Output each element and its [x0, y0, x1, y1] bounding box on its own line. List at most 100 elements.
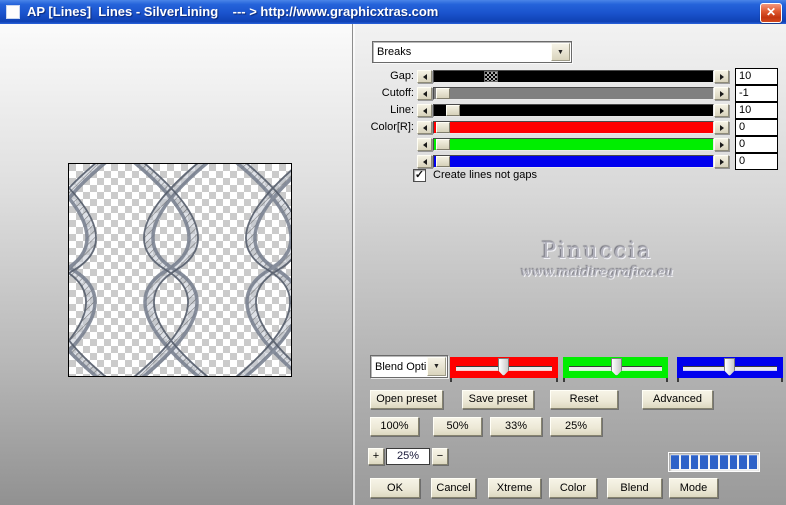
cutoff-slider[interactable]: [433, 87, 714, 100]
line-slider[interactable]: [433, 104, 714, 117]
blend-options-dropdown[interactable]: Blend Opti ▼: [370, 355, 448, 378]
color-b-decrement-button[interactable]: [417, 155, 432, 168]
open-preset-button[interactable]: Open preset: [370, 390, 443, 409]
line-label: Line:: [390, 104, 414, 116]
blend-red-slider-thumb[interactable]: [498, 358, 509, 376]
preset-dropdown[interactable]: Breaks ▼: [372, 41, 572, 63]
zoom-level-display: 25%: [386, 448, 430, 465]
ok-button[interactable]: OK: [370, 478, 420, 498]
color-b-increment-button[interactable]: [714, 155, 729, 168]
chevron-down-icon: ▼: [557, 48, 564, 56]
tick-mark: [666, 378, 668, 382]
line-decrement-button[interactable]: [417, 104, 432, 117]
gap-slider[interactable]: [433, 70, 714, 83]
mode-button[interactable]: Mode: [669, 478, 718, 498]
tick-mark: [563, 378, 565, 382]
gap-increment-button[interactable]: [714, 70, 729, 83]
color-g-increment-button[interactable]: [714, 138, 729, 151]
color-button[interactable]: Color: [549, 478, 597, 498]
progress-segment: [710, 455, 718, 469]
zoom-50-button[interactable]: 50%: [433, 417, 482, 436]
gap-value-field[interactable]: 10: [735, 68, 778, 85]
blend-blue-slider[interactable]: [677, 357, 783, 382]
plugin-window: AP [Lines] Lines - SilverLining --- > ht…: [0, 0, 786, 505]
color-g-value-field[interactable]: 0: [735, 136, 778, 153]
arrow-right-icon: [719, 73, 724, 80]
progress-segment: [719, 455, 728, 469]
progress-segment: [749, 455, 758, 469]
preview-image: [68, 163, 292, 377]
color-b-value-field[interactable]: 0: [735, 153, 778, 170]
color-r-slider-thumb[interactable]: [436, 122, 450, 133]
preview-pattern: [69, 164, 291, 376]
progress-segment: [671, 455, 679, 469]
progress-segment: [739, 455, 748, 469]
blend-button[interactable]: Blend: [607, 478, 662, 498]
blend-options-dropdown-button[interactable]: ▼: [427, 357, 446, 376]
create-lines-label: Create lines not gaps: [433, 169, 537, 181]
cutoff-decrement-button[interactable]: [417, 87, 432, 100]
preset-dropdown-button[interactable]: ▼: [551, 43, 570, 61]
color-r-decrement-button[interactable]: [417, 121, 432, 134]
close-button[interactable]: ✕: [760, 3, 782, 23]
tick-mark: [677, 378, 679, 382]
arrow-right-icon: [719, 158, 724, 165]
line-slider-thumb[interactable]: [446, 105, 460, 116]
reset-button[interactable]: Reset: [550, 390, 618, 409]
zoom-25-button[interactable]: 25%: [550, 417, 602, 436]
tick-mark: [450, 378, 452, 382]
progress-segment: [680, 455, 689, 469]
tick-mark: [781, 378, 783, 382]
progress-bar: [668, 452, 760, 472]
progress-segment: [729, 455, 738, 469]
cutoff-slider-thumb[interactable]: [436, 88, 450, 99]
color-r-slider[interactable]: [433, 121, 714, 134]
zoom-33-button[interactable]: 33%: [490, 417, 542, 436]
arrow-right-icon: [719, 90, 724, 97]
cancel-button[interactable]: Cancel: [431, 478, 476, 498]
blend-red-slider[interactable]: [450, 357, 558, 382]
blend-options-value: Blend Opti: [375, 360, 426, 373]
save-preset-button[interactable]: Save preset: [462, 390, 534, 409]
preset-dropdown-value: Breaks: [377, 46, 412, 58]
color-b-slider-thumb[interactable]: [436, 156, 450, 167]
arrow-left-icon: [422, 90, 427, 97]
line-increment-button[interactable]: [714, 104, 729, 117]
zoom-100-button[interactable]: 100%: [370, 417, 419, 436]
color-b-slider[interactable]: [433, 155, 714, 168]
cutoff-label: Cutoff:: [381, 87, 414, 99]
gap-decrement-button[interactable]: [417, 70, 432, 83]
arrow-right-icon: [719, 107, 724, 114]
advanced-button[interactable]: Advanced: [642, 390, 713, 409]
arrow-left-icon: [422, 107, 427, 114]
window-title: AP [Lines] Lines - SilverLining --- > ht…: [27, 4, 439, 19]
arrow-right-icon: [719, 124, 724, 131]
cutoff-increment-button[interactable]: [714, 87, 729, 100]
blend-green-slider-thumb[interactable]: [611, 358, 622, 376]
arrow-left-icon: [422, 73, 427, 80]
arrow-left-icon: [422, 124, 427, 131]
title-bar[interactable]: AP [Lines] Lines - SilverLining --- > ht…: [0, 0, 786, 24]
cutoff-value-field[interactable]: -1: [735, 85, 778, 102]
zoom-in-button[interactable]: +: [368, 448, 384, 465]
color-g-slider[interactable]: [433, 138, 714, 151]
color-g-slider-thumb[interactable]: [436, 139, 450, 150]
zoom-out-button[interactable]: −: [432, 448, 448, 465]
close-icon: ✕: [765, 5, 777, 19]
blend-blue-slider-thumb[interactable]: [724, 358, 735, 376]
color-g-decrement-button[interactable]: [417, 138, 432, 151]
check-icon: ✓: [414, 169, 425, 181]
chevron-down-icon: ▼: [433, 363, 440, 370]
progress-segment: [700, 455, 709, 469]
color-r-increment-button[interactable]: [714, 121, 729, 134]
create-lines-checkbox[interactable]: ✓: [413, 169, 426, 182]
gap-slider-thumb[interactable]: [484, 71, 498, 82]
blend-green-slider[interactable]: [563, 357, 668, 382]
color-r-label: Color[R]:: [370, 121, 414, 133]
app-icon: [6, 5, 20, 19]
line-value-field[interactable]: 10: [735, 102, 778, 119]
color-r-value-field[interactable]: 0: [735, 119, 778, 136]
progress-segment: [690, 455, 699, 469]
gap-label: Gap:: [390, 70, 414, 82]
xtreme-button[interactable]: Xtreme: [488, 478, 541, 498]
